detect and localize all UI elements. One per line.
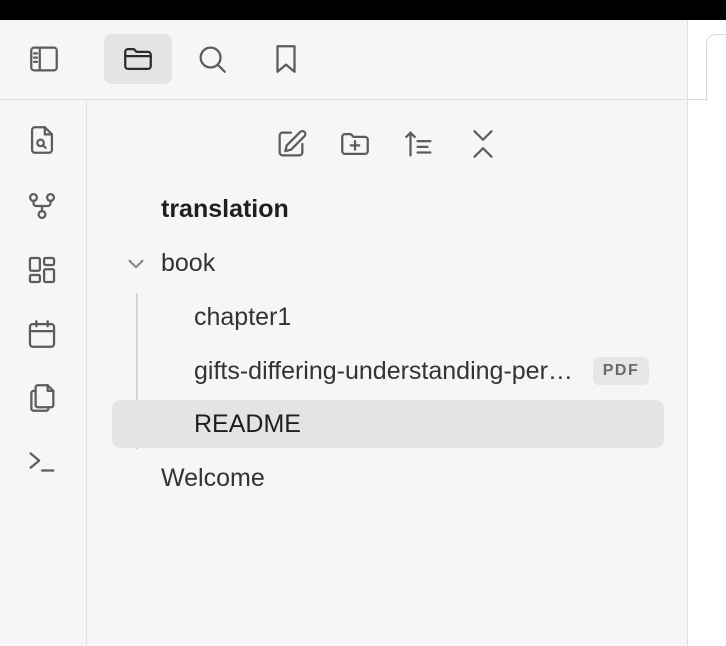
graph-icon [28, 192, 56, 220]
sidebar-left-icon [30, 46, 58, 72]
app-window: translation book chapter1 gifts-differin… [0, 0, 726, 646]
editor-tab[interactable] [706, 34, 726, 101]
calendar-icon [28, 320, 56, 348]
bookmark-icon [276, 45, 296, 73]
terminal-icon [29, 452, 55, 472]
collapse-all-icon [473, 130, 493, 158]
sidebar-header [0, 20, 686, 100]
new-folder-icon [341, 132, 369, 156]
file-welcome[interactable]: Welcome [161, 454, 265, 502]
pdf-badge: PDF [593, 357, 649, 385]
ribbon [0, 100, 87, 646]
ribbon-graph-button[interactable] [22, 186, 62, 226]
new-folder-button[interactable] [333, 122, 377, 166]
new-note-icon [278, 129, 307, 157]
copy-icon [30, 384, 55, 412]
search-icon [199, 46, 226, 73]
bookmarks-tab[interactable] [252, 34, 320, 84]
file-explorer: translation book chapter1 gifts-differin… [87, 100, 687, 646]
ribbon-dashboard-button[interactable] [22, 250, 62, 290]
divider [688, 99, 708, 100]
file-search-icon [30, 126, 54, 154]
title-bar [0, 0, 726, 20]
file-gifts-differing[interactable]: gifts-differing-understanding-personalit… [194, 347, 574, 395]
ribbon-file-search-button[interactable] [22, 120, 62, 160]
ribbon-terminal-button[interactable] [22, 442, 62, 482]
explorer-actions [87, 122, 687, 166]
folder-icon [124, 47, 152, 71]
vault-title[interactable]: translation [161, 185, 289, 233]
editor-pane [687, 20, 726, 646]
new-note-button[interactable] [269, 122, 313, 166]
folder-book[interactable]: book [161, 239, 215, 287]
chevron-down-icon[interactable] [123, 251, 149, 277]
search-tab[interactable] [178, 34, 246, 84]
dashboard-icon [28, 256, 56, 284]
ribbon-copy-button[interactable] [22, 378, 62, 418]
collapse-all-button[interactable] [461, 122, 505, 166]
sort-icon [405, 131, 432, 157]
ribbon-calendar-button[interactable] [22, 314, 62, 354]
file-readme[interactable]: README [194, 400, 301, 448]
sidebar-toggle-button[interactable] [10, 34, 78, 84]
file-chapter1[interactable]: chapter1 [194, 293, 291, 341]
files-tab[interactable] [104, 34, 172, 84]
sort-button[interactable] [397, 122, 441, 166]
